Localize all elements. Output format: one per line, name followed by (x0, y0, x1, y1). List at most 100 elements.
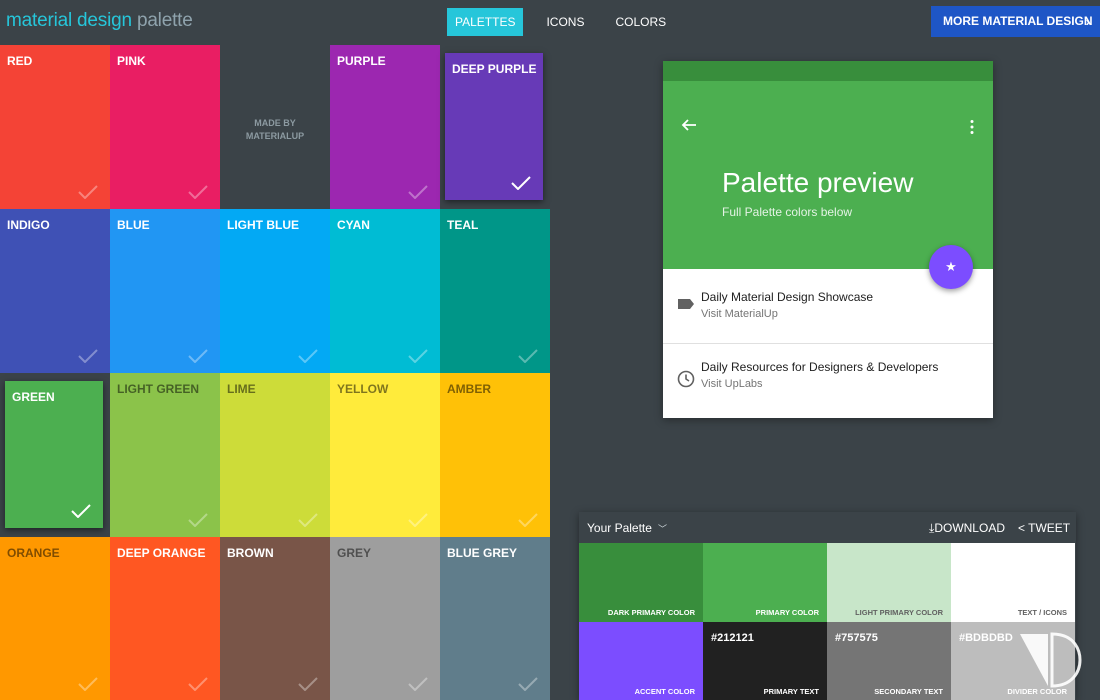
share-icon: < (1018, 521, 1026, 535)
color-tile-deep-orange[interactable]: DEEP ORANGE (110, 537, 220, 700)
color-tile-label: RED (7, 54, 33, 68)
check-icon (408, 513, 428, 527)
color-tile-cyan[interactable]: CYAN (330, 209, 440, 373)
swatch-label: PRIMARY TEXT (763, 687, 819, 696)
color-tile-amber[interactable]: AMBER (440, 373, 550, 537)
label-icon (678, 299, 694, 309)
color-tile-label: BLUE GREY (447, 546, 518, 560)
check-icon (408, 677, 428, 691)
color-tile-pink[interactable]: PINK (110, 45, 220, 209)
color-tile-label: GREY (337, 546, 372, 560)
app-logo[interactable]: material design palette (6, 10, 193, 32)
check-icon (188, 513, 208, 527)
color-tile-label: LIGHT BLUE (227, 218, 299, 232)
palette-toolbar: Your Palette ﹀ ⤓DOWNLOAD < TWEET (579, 512, 1076, 543)
color-tile-made-by: MADE BY MATERIALUP (220, 45, 330, 209)
your-palette-dropdown[interactable]: Your Palette ﹀ (587, 521, 667, 535)
swatch-dark-primary-color[interactable]: DARK PRIMARY COLOR (579, 543, 703, 622)
swatch-hex: #212121 (711, 632, 754, 644)
color-tile-brown[interactable]: BROWN (220, 537, 330, 700)
status-bar (663, 61, 993, 81)
check-icon (78, 185, 98, 199)
swatch-light-primary-color[interactable]: LIGHT PRIMARY COLOR (827, 543, 951, 622)
tweet-label: TWEET (1028, 521, 1071, 535)
color-tile-green[interactable]: GREEN (0, 373, 110, 537)
check-icon (518, 677, 538, 691)
selected-tile-inner: DEEP PURPLE (445, 53, 543, 200)
check-icon (78, 677, 98, 691)
check-icon (511, 176, 531, 190)
swatch-label: SECONDARY TEXT (874, 687, 943, 696)
color-grid: RED PINK MADE BY MATERIALUP PURPLE DEEP PURPL… (0, 45, 551, 700)
made-by-line: MADE BY (254, 118, 296, 128)
swatch-accent-color[interactable]: ACCENT COLOR (579, 622, 703, 700)
swatch-label: LIGHT PRIMARY COLOR (855, 608, 943, 617)
nav-icons[interactable]: ICONS (538, 8, 592, 36)
color-tile-deep-purple[interactable]: DEEP PURPLE (440, 45, 550, 209)
color-tile-blue-grey[interactable]: BLUE GREY (440, 537, 550, 700)
swatch-hex: #BDBDBD (959, 632, 1013, 644)
color-tile-blue[interactable]: BLUE (110, 209, 220, 373)
more-material-design-label: MORE MATERIAL DESIGN (943, 14, 1093, 28)
list-item-subtitle: Visit MaterialUp (701, 308, 778, 320)
color-tile-orange[interactable]: ORANGE (0, 537, 110, 700)
check-icon (298, 513, 318, 527)
download-label: DOWNLOAD (934, 521, 1005, 535)
check-icon (408, 349, 428, 363)
list-item-subtitle: Visit UpLabs (701, 378, 763, 390)
color-tile-purple[interactable]: PURPLE (330, 45, 440, 209)
download-button[interactable]: ⤓DOWNLOAD (929, 521, 1005, 536)
color-tile-label: BLUE (117, 218, 150, 232)
arrow-back-icon[interactable] (681, 117, 697, 133)
color-tile-label: INDIGO (7, 218, 50, 232)
swatch-label: ACCENT COLOR (634, 687, 695, 696)
color-tile-label: DEEP ORANGE (117, 546, 206, 560)
check-icon (408, 185, 428, 199)
swatch-hex: #757575 (835, 632, 878, 644)
swatch-secondary-text[interactable]: #757575 SECONDARY TEXT (827, 622, 951, 700)
swatch-label: PRIMARY COLOR (755, 608, 819, 617)
nav-palettes[interactable]: PALETTES (447, 8, 524, 36)
list-item-showcase[interactable]: Daily Material Design Showcase Visit Mat… (663, 269, 993, 339)
logo-text-secondary: palette (136, 10, 193, 31)
list-item-title: Daily Resources for Designers & Develope… (701, 360, 939, 374)
color-tile-indigo[interactable]: INDIGO (0, 209, 110, 373)
logo-text-primary: material design (6, 10, 132, 31)
list-item-title: Daily Material Design Showcase (701, 290, 874, 304)
uplabs-logo-icon (1020, 632, 1082, 688)
check-icon (298, 349, 318, 363)
swatch-label: DIVIDER COLOR (1007, 687, 1067, 696)
preview-subtitle: Full Palette colors below (722, 205, 853, 219)
selected-tile-inner: GREEN (5, 381, 103, 528)
clock-icon (677, 370, 695, 388)
color-tile-yellow[interactable]: YELLOW (330, 373, 440, 537)
swatch-primary-color[interactable]: PRIMARY COLOR (703, 543, 827, 622)
swatch-label: TEXT / ICONS (1017, 608, 1067, 617)
more-material-design-button[interactable]: MORE MATERIAL DESIGN › (931, 6, 1100, 37)
color-tile-label: PINK (117, 54, 146, 68)
tweet-button[interactable]: < TWEET (1018, 521, 1070, 535)
color-tile-label: AMBER (447, 382, 491, 396)
color-tile-light-blue[interactable]: LIGHT BLUE (220, 209, 330, 373)
check-icon (188, 185, 208, 199)
more-vert-icon[interactable] (969, 119, 975, 135)
color-tile-label: BROWN (227, 546, 274, 560)
your-palette-panel: Your Palette ﹀ ⤓DOWNLOAD < TWEET DARK PRI… (579, 512, 1076, 700)
list-item-resources[interactable]: Daily Resources for Designers & Develope… (663, 344, 993, 414)
made-by-line: MATERIALUP (245, 131, 305, 141)
color-tile-red[interactable]: RED (0, 45, 110, 209)
color-tile-lime[interactable]: LIME (220, 373, 330, 537)
preview-app-bar: Palette preview Full Palette colors belo… (663, 81, 993, 269)
palette-preview-card: Palette preview Full Palette colors belo… (663, 61, 993, 418)
color-tile-teal[interactable]: TEAL (440, 209, 550, 373)
nav-colors[interactable]: COLORS (607, 8, 674, 36)
main-nav: PALETTES ICONS COLORS (447, 8, 689, 36)
swatch-primary-text[interactable]: #212121 PRIMARY TEXT (703, 622, 827, 700)
color-tile-light-green[interactable]: LIGHT GREEN (110, 373, 220, 537)
made-by-materialup[interactable]: MADE BY MATERIALUP (220, 117, 330, 143)
swatch-text-icons[interactable]: TEXT / ICONS (951, 543, 1075, 622)
color-tile-label: YELLOW (337, 382, 389, 396)
swatch-label: DARK PRIMARY COLOR (607, 608, 695, 617)
chevron-down-icon: ﹀ (657, 524, 667, 534)
color-tile-grey[interactable]: GREY (330, 537, 440, 700)
